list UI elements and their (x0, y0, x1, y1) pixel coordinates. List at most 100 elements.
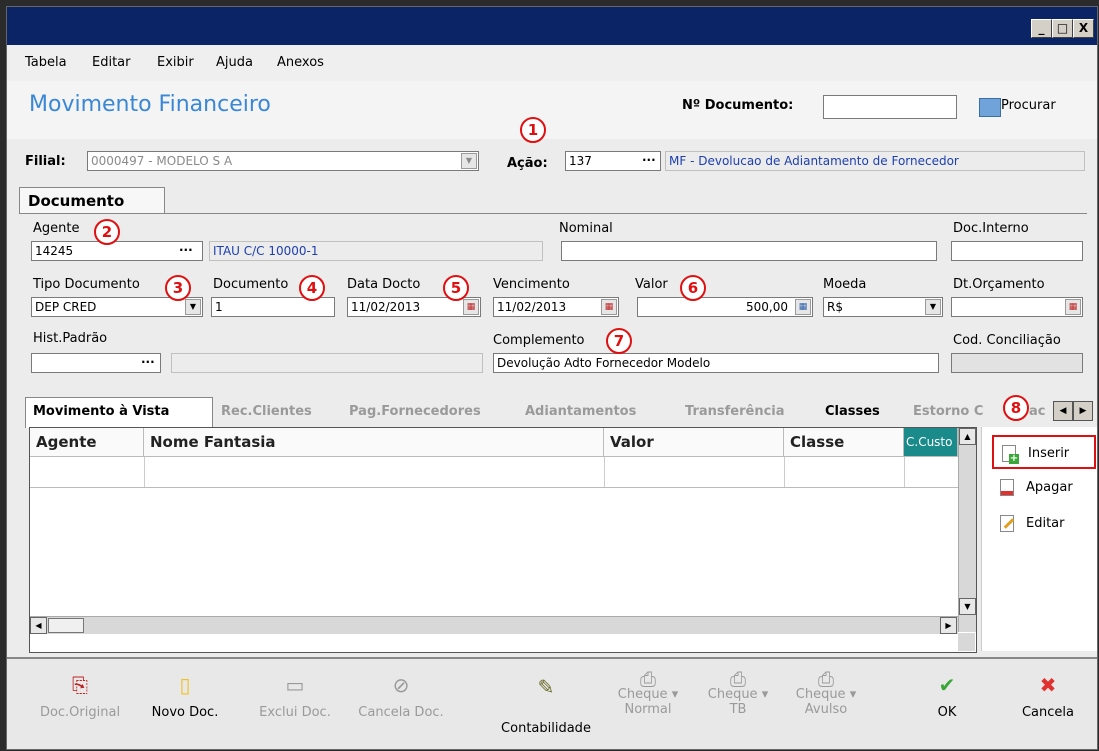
chevron-down-icon[interactable]: ▼ (461, 153, 477, 169)
ok-label: OK (937, 705, 957, 720)
vencimento-input[interactable]: 11/02/2013 ▦ (493, 297, 619, 317)
search-icon (979, 98, 1001, 117)
column-header-classe[interactable]: Classe (784, 428, 904, 456)
menu-ajuda[interactable]: Ajuda (216, 55, 253, 70)
novo-doc-label: Novo Doc. (151, 705, 219, 720)
tab-truncated[interactable]: ac (1029, 404, 1045, 419)
calendar-icon[interactable]: ▦ (463, 299, 479, 315)
scroll-thumb[interactable] (48, 618, 84, 633)
hist-padrao-lookup-button[interactable]: ··· (141, 355, 155, 369)
documento-label: Documento (213, 277, 289, 292)
column-header-c-custo[interactable]: C.Custo (904, 428, 958, 456)
filial-value: 0000497 - MODELO S A (91, 154, 233, 168)
doc-original-button[interactable]: ⎘ Doc.Original (33, 673, 127, 720)
exclui-doc-label: Exclui Doc. (259, 705, 331, 720)
tab-classes[interactable]: Classes (825, 404, 880, 419)
column-header-valor[interactable]: Valor (604, 428, 784, 456)
cancela-button[interactable]: ✖ Cancela (1013, 673, 1083, 720)
calendar-icon[interactable]: ▦ (601, 299, 617, 315)
data-grid[interactable]: Agente Nome Fantasia Valor Classe C.Cust… (29, 427, 977, 653)
tab-estorno[interactable]: Estorno C (913, 404, 983, 419)
menu-anexos[interactable]: Anexos (277, 55, 324, 70)
annotation-badge-4: 4 (299, 275, 325, 301)
delete-document-icon (1000, 479, 1014, 496)
tab-scroll-right-button[interactable]: ▶ (1073, 401, 1093, 421)
cancela-doc-button[interactable]: ⊘ Cancela Doc. (353, 673, 449, 720)
complemento-input[interactable]: Devolução Adto Fornecedor Modelo (493, 353, 939, 373)
vencimento-label: Vencimento (493, 277, 570, 292)
printer-icon: ⎙ (730, 667, 746, 691)
scroll-down-button[interactable]: ▼ (959, 598, 976, 615)
cheque-avulso-button[interactable]: ⎙ Cheque ▾ Avulso (783, 667, 869, 717)
tab-adiantamentos[interactable]: Adiantamentos (525, 404, 636, 419)
annotation-badge-3: 3 (165, 275, 191, 301)
valor-input[interactable]: 500,00 ▦ (637, 297, 813, 317)
header: Movimento Financeiro Nº Documento: Procu… (7, 81, 1097, 140)
menu-exibir[interactable]: Exibir (157, 55, 194, 70)
chevron-down-icon[interactable]: ▼ (925, 299, 941, 315)
application-window: _ □ X Tabela Editar Exibir Ajuda Anexos … (6, 6, 1098, 750)
divider (604, 457, 605, 487)
column-header-nome-fantasia[interactable]: Nome Fantasia (144, 428, 604, 456)
table-row[interactable] (30, 456, 958, 488)
doc-interno-label: Doc.Interno (953, 221, 1029, 236)
doc-number-label: Nº Documento: (682, 98, 794, 113)
insert-button[interactable]: + Inserir (992, 435, 1096, 469)
edit-button[interactable]: Editar (992, 507, 1096, 541)
scroll-left-button[interactable]: ◀ (30, 617, 47, 634)
dt-orcamento-input[interactable]: ▦ (951, 297, 1083, 317)
scroll-corner (958, 633, 975, 651)
tab-scroll-left-button[interactable]: ◀ (1053, 401, 1073, 421)
cheque-avulso-line2: Avulso (804, 702, 848, 717)
doc-number-input[interactable] (823, 95, 957, 119)
maximize-button[interactable]: □ (1052, 19, 1073, 38)
close-window-button[interactable]: X (1073, 19, 1094, 38)
acao-description: MF - Devolucao de Adiantamento de Fornec… (665, 151, 1085, 171)
tab-rec-clientes[interactable]: Rec.Clientes (221, 404, 312, 419)
acao-lookup-button[interactable]: ··· (642, 153, 656, 167)
contabilidade-label: Contabilidade (501, 721, 591, 736)
cheque-normal-line1: Cheque (617, 687, 668, 702)
minimize-button[interactable]: _ (1031, 19, 1052, 38)
nominal-input[interactable] (561, 241, 937, 261)
contabilidade-button[interactable]: ✎ Contabilidade (491, 675, 601, 736)
delete-button[interactable]: Apagar (992, 471, 1096, 505)
agente-input[interactable]: 14245 (31, 241, 203, 261)
lower-tabs: Movimento à Vista Rec.Clientes Pag.Forne… (7, 389, 1097, 428)
agente-label: Agente (33, 221, 80, 236)
tab-transferencia[interactable]: Transferência (685, 404, 785, 419)
edit-document-icon (1000, 515, 1015, 532)
dt-orcamento-label: Dt.Orçamento (953, 277, 1045, 292)
annotation-badge-6: 6 (680, 275, 706, 301)
edit-label: Editar (1026, 516, 1065, 531)
horizontal-scrollbar[interactable]: ◀ ▶ (30, 616, 958, 634)
vertical-scrollbar[interactable]: ▲ ▼ (958, 428, 976, 632)
cheque-normal-button[interactable]: ⎙ Cheque ▾ Normal (605, 667, 691, 717)
doc-original-label: Doc.Original (39, 705, 121, 720)
chevron-down-icon[interactable]: ▼ (185, 299, 201, 315)
menu-editar[interactable]: Editar (92, 55, 131, 70)
scroll-right-button[interactable]: ▶ (940, 617, 957, 634)
tab-movimento-vista[interactable]: Movimento à Vista (33, 404, 169, 419)
calendar-icon[interactable]: ▦ (1065, 299, 1081, 315)
menu-tabela[interactable]: Tabela (25, 55, 67, 70)
tab-pag-fornecedores[interactable]: Pag.Fornecedores (349, 404, 481, 419)
ok-button[interactable]: ✔ OK (919, 673, 975, 720)
exclui-doc-button[interactable]: ▭ Exclui Doc. (253, 673, 337, 720)
scroll-up-button[interactable]: ▲ (959, 428, 976, 445)
add-document-icon: + (1002, 445, 1019, 464)
doc-interno-input[interactable] (951, 241, 1083, 261)
search-button[interactable]: Procurar (1001, 98, 1056, 113)
divider (904, 457, 905, 487)
calculator-icon[interactable]: ▦ (795, 299, 811, 315)
cod-conciliacao-input (951, 353, 1083, 373)
agente-lookup-button[interactable]: ··· (179, 243, 193, 257)
filial-select[interactable]: 0000497 - MODELO S A ▼ (87, 151, 479, 171)
novo-doc-button[interactable]: ▯ Novo Doc. (145, 673, 225, 720)
tab-documento[interactable]: Documento (19, 187, 165, 213)
divider (19, 213, 1087, 214)
moeda-select[interactable]: R$ ▼ (823, 297, 943, 317)
column-header-agente[interactable]: Agente (30, 428, 144, 456)
cheque-tb-button[interactable]: ⎙ Cheque ▾ TB (695, 667, 781, 717)
valor-label: Valor (635, 277, 668, 292)
